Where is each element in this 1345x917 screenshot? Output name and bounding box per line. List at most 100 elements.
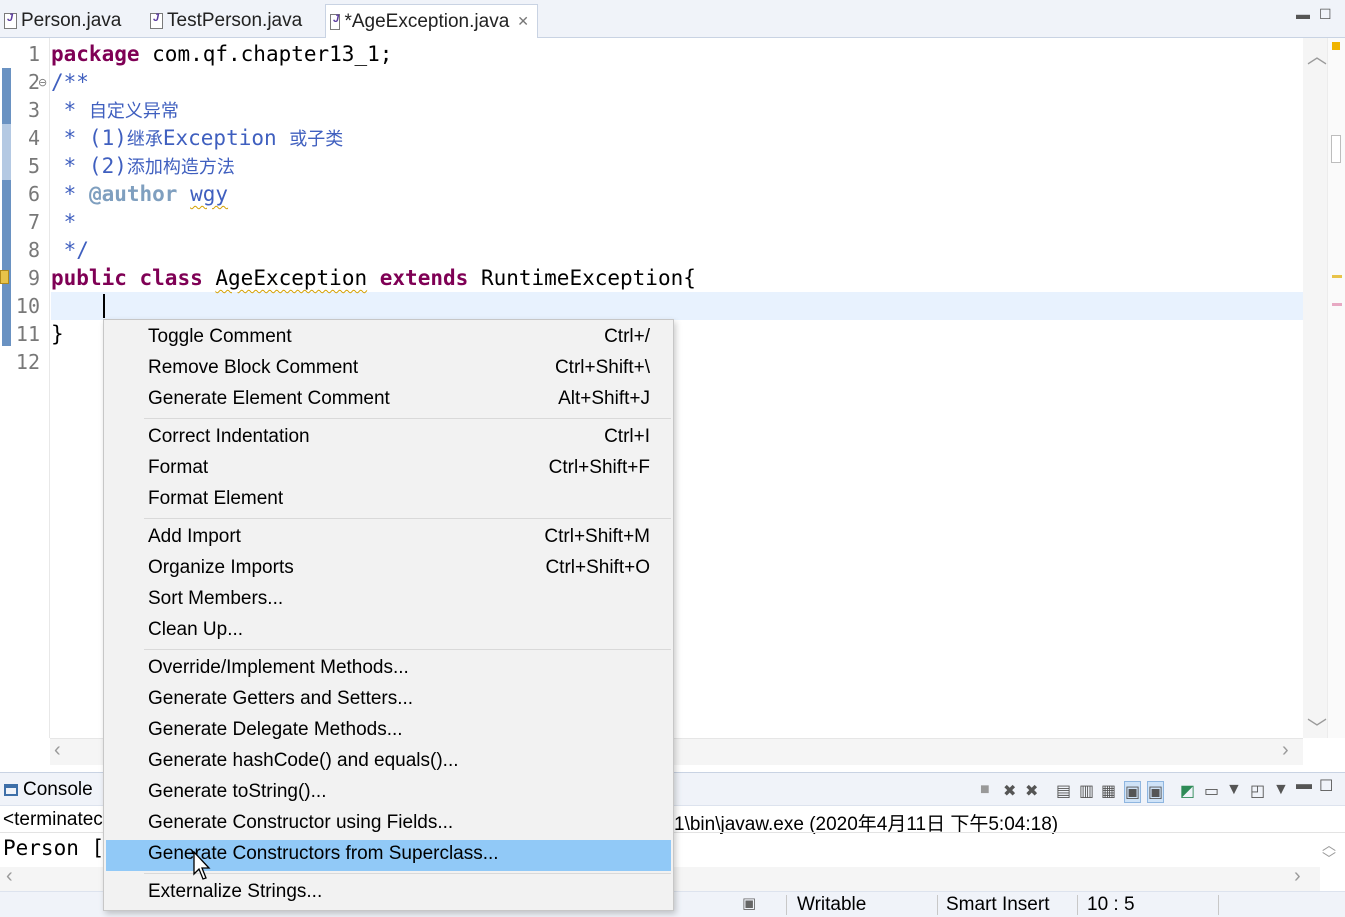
word-wrap-icon[interactable]: ▦: [1101, 781, 1116, 801]
menu-item-externalize-strings[interactable]: Externalize Strings...: [106, 878, 671, 909]
menu-item-generate-hashcode-equals[interactable]: Generate hashCode() and equals()...: [106, 747, 671, 778]
display-console-icon[interactable]: ▭: [1204, 781, 1219, 801]
maximize-icon[interactable]: ☐: [1319, 6, 1332, 23]
line-number: 11: [15, 322, 40, 346]
chevron-down-icon[interactable]: ▼: [1226, 781, 1242, 799]
menu-item-add-import[interactable]: Add Import Ctrl+Shift+M: [106, 523, 671, 554]
code-line-5: * (2)添加构造方法: [51, 154, 235, 178]
terminate-icon[interactable]: ■: [980, 781, 990, 799]
divider: [1218, 895, 1219, 915]
java-file-icon: [330, 13, 341, 30]
source-context-menu: Toggle Comment Ctrl+/ Remove Block Commen…: [103, 319, 674, 911]
warning-overview-marker[interactable]: [1332, 275, 1342, 278]
console-icon: [4, 784, 18, 796]
minimize-icon[interactable]: ▬: [1296, 6, 1310, 22]
scroll-right-icon[interactable]: ›: [1294, 865, 1301, 888]
show-on-stderr-icon[interactable]: ▣: [1147, 781, 1165, 803]
line-number: 12: [15, 350, 40, 374]
code-line-4: * (1)继承Exception 或子类: [51, 126, 344, 150]
menu-item-override-implement-methods[interactable]: Override/Implement Methods...: [106, 654, 671, 685]
chevron-down-icon[interactable]: ▼: [1273, 781, 1289, 799]
menu-item-generate-constructor-using-fields[interactable]: Generate Constructor using Fields...: [106, 809, 671, 840]
line-number: 7: [27, 210, 40, 234]
menu-item-generate-tostring[interactable]: Generate toString()...: [106, 778, 671, 809]
menu-separator: [144, 873, 671, 874]
remove-all-launches-icon[interactable]: ✖: [1025, 781, 1038, 801]
minimize-icon[interactable]: ▬: [1296, 776, 1312, 794]
menu-item-generate-getters-setters[interactable]: Generate Getters and Setters...: [106, 685, 671, 716]
status-writable: Writable: [797, 894, 867, 915]
mouse-pointer-icon: [193, 851, 211, 880]
scroll-down-icon[interactable]: ﹀: [1322, 849, 1336, 869]
warning-marker-icon[interactable]: [0, 270, 9, 284]
console-tab[interactable]: Console: [4, 779, 93, 801]
scroll-left-icon[interactable]: ‹: [6, 865, 13, 888]
text-caret: [103, 294, 105, 318]
remove-launch-icon[interactable]: ✖: [1003, 781, 1016, 801]
line-number: 2: [27, 70, 40, 94]
menu-separator: [144, 518, 671, 519]
tab-label: *AgeException.java: [344, 10, 510, 32]
divider: [937, 895, 938, 915]
scroll-left-icon[interactable]: ‹: [54, 739, 61, 762]
warning-summary-icon[interactable]: [1332, 42, 1340, 50]
line-number: 5: [27, 154, 40, 178]
line-number: 1: [27, 42, 40, 66]
scroll-up-icon[interactable]: ︿: [1307, 40, 1327, 69]
scroll-right-icon[interactable]: ›: [1282, 739, 1289, 762]
line-number: 4: [27, 126, 40, 150]
line-number: 10: [15, 294, 40, 318]
code-line-11: }: [51, 322, 64, 346]
menu-item-remove-block-comment[interactable]: Remove Block Comment Ctrl+Shift+\: [106, 354, 671, 385]
status-cursor-position: 10 : 5: [1087, 894, 1135, 915]
vertical-scrollbar[interactable]: ︿ ﹀: [1303, 38, 1327, 741]
status-insert-mode: Smart Insert: [946, 894, 1050, 915]
scroll-down-icon[interactable]: ﹀: [1307, 712, 1327, 741]
code-line-2: /**: [51, 70, 89, 94]
maximize-icon[interactable]: ☐: [1319, 776, 1333, 796]
console-tab-label: Console: [23, 779, 93, 800]
menu-item-toggle-comment[interactable]: Toggle Comment Ctrl+/: [106, 323, 671, 354]
scroll-lock-icon[interactable]: ▥: [1079, 781, 1094, 801]
tab-ageexception-java[interactable]: *AgeException.java ✕: [325, 4, 538, 38]
close-icon[interactable]: ✕: [517, 13, 529, 30]
menu-item-clean-up[interactable]: Clean Up...: [106, 616, 671, 647]
code-line-9: public class AgeException extends Runtim…: [51, 266, 696, 290]
line-number-gutter: 1 2 ⊖ 3 4 5 6 7 8 9 10 11 12: [0, 38, 50, 738]
tab-label: TestPerson.java: [167, 10, 303, 31]
menu-item-generate-element-comment[interactable]: Generate Element Comment Alt+Shift+J: [106, 385, 671, 416]
line-number: 9: [27, 266, 40, 290]
editor-tab-bar: Person.java TestPerson.java *AgeExceptio…: [0, 0, 1345, 38]
show-on-stdout-icon[interactable]: ▣: [1124, 781, 1142, 803]
menu-separator: [144, 418, 671, 419]
divider: [786, 895, 787, 915]
clear-console-icon[interactable]: ▤: [1056, 781, 1071, 801]
java-file-icon: [4, 12, 17, 29]
line-number: 8: [27, 238, 40, 262]
menu-item-organize-imports[interactable]: Organize Imports Ctrl+Shift+O: [106, 554, 671, 585]
status-icon: ▣: [742, 895, 757, 912]
java-file-icon: [150, 12, 163, 29]
line-number: 6: [27, 182, 40, 206]
menu-item-format[interactable]: Format Ctrl+Shift+F: [106, 454, 671, 485]
console-process-label: <terminatec: [3, 809, 103, 830]
pin-console-icon[interactable]: ◩: [1180, 781, 1195, 801]
occurrence-overview-marker[interactable]: [1332, 303, 1342, 306]
menu-item-correct-indentation[interactable]: Correct Indentation Ctrl+I: [106, 423, 671, 454]
menu-item-generate-delegate-methods[interactable]: Generate Delegate Methods...: [106, 716, 671, 747]
code-line-8: */: [51, 238, 89, 262]
menu-item-format-element[interactable]: Format Element: [106, 485, 671, 516]
fold-toggle-icon[interactable]: ⊖: [38, 76, 47, 89]
code-line-7: *: [51, 210, 77, 234]
menu-item-sort-members[interactable]: Sort Members...: [106, 585, 671, 616]
menu-item-generate-constructors-from-superclass[interactable]: Generate Constructors from Superclass...: [106, 840, 671, 871]
menu-separator: [144, 649, 671, 650]
tab-testperson-java[interactable]: TestPerson.java: [146, 4, 310, 38]
open-console-icon[interactable]: ◰: [1250, 781, 1265, 801]
code-line-6: * @author wgy: [51, 182, 229, 206]
line-number: 3: [27, 98, 40, 122]
vertical-scroll-thumb[interactable]: [1331, 135, 1341, 163]
console-output: Person [: [3, 836, 105, 860]
tab-label: Person.java: [21, 10, 122, 31]
tab-person-java[interactable]: Person.java: [0, 4, 129, 38]
